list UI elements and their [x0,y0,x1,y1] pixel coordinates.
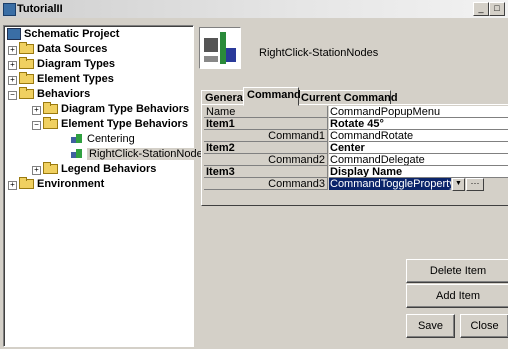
grid-row-item3: Item3 Display Name [204,166,508,178]
title-bar: TutorialII _ □ [0,0,508,18]
app-icon [3,3,16,16]
property-grid: Name CommandPopupMenu Item1 Rotate 45° C… [201,104,508,206]
grid-row-item2: Item2 Center [204,142,508,154]
folder-icon [43,102,58,115]
tree-node-data-sources[interactable]: Data Sources [19,42,107,56]
folder-icon [19,177,34,190]
expand-environment-icon[interactable]: + [8,181,17,190]
open-folder-icon [43,117,58,130]
window-title: TutorialII [17,3,63,15]
behavior-large-icon [199,27,241,69]
folder-icon [19,57,34,70]
ellipsis-button[interactable]: ··· [466,178,484,191]
tree-node-centering[interactable]: Centering [70,133,135,146]
grid-row-command1: Command1 CommandRotate [204,130,508,142]
tree-node-element-types[interactable]: Element Types [19,72,114,86]
selected-node-name: RightClick-StationNodes [259,47,379,59]
tree-node-root[interactable]: Schematic Project [7,28,119,41]
expand-diagram-type-behaviors-icon[interactable]: + [32,106,41,115]
grid-row-command3: Command3 CommandTogglePropertyState ▼ ··… [204,178,508,191]
chevron-down-icon[interactable]: ▼ [452,178,465,191]
expand-diagram-types-icon[interactable]: + [8,61,17,70]
project-tree[interactable]: Schematic Project + Data Sources + Diagr… [3,25,211,347]
expand-legend-behaviors-icon[interactable]: + [32,166,41,175]
delete-item-button[interactable]: Delete Item [406,259,508,283]
command3-combo[interactable]: CommandTogglePropertyState [329,178,451,190]
grid-row-name: Name CommandPopupMenu [204,106,508,118]
add-item-button[interactable]: Add Item [406,284,508,308]
tree-node-diagram-type-behaviors[interactable]: Diagram Type Behaviors [43,102,189,116]
behavior-icon [70,148,84,160]
tab-command[interactable]: Command [243,87,301,106]
close-button[interactable]: Close [460,314,508,338]
folder-icon [43,162,58,175]
tree-node-behaviors[interactable]: Behaviors [19,87,90,101]
tree-node-legend-behaviors[interactable]: Legend Behaviors [43,162,156,176]
grid-row-item1: Item1 Rotate 45° [204,118,508,130]
maximize-button[interactable]: □ [489,2,505,16]
tree-node-environment[interactable]: Environment [19,177,104,191]
tree-node-rightclick-station-nodes[interactable]: RightClick-StationNodes [70,148,211,161]
tree-node-element-type-behaviors[interactable]: Element Type Behaviors [43,117,188,131]
behavior-icon [70,133,84,145]
collapse-behaviors-icon[interactable]: − [8,91,17,100]
expand-element-types-icon[interactable]: + [8,76,17,85]
project-icon [7,28,21,41]
collapse-element-type-behaviors-icon[interactable]: − [32,121,41,130]
grid-row-command2: Command2 CommandDelegate [204,154,508,166]
folder-icon [19,72,34,85]
minimize-button[interactable]: _ [473,2,489,16]
save-button[interactable]: Save [406,314,455,338]
tree-node-diagram-types[interactable]: Diagram Types [19,57,115,71]
expand-data-sources-icon[interactable]: + [8,46,17,55]
folder-icon [19,42,34,55]
open-folder-icon [19,87,34,100]
